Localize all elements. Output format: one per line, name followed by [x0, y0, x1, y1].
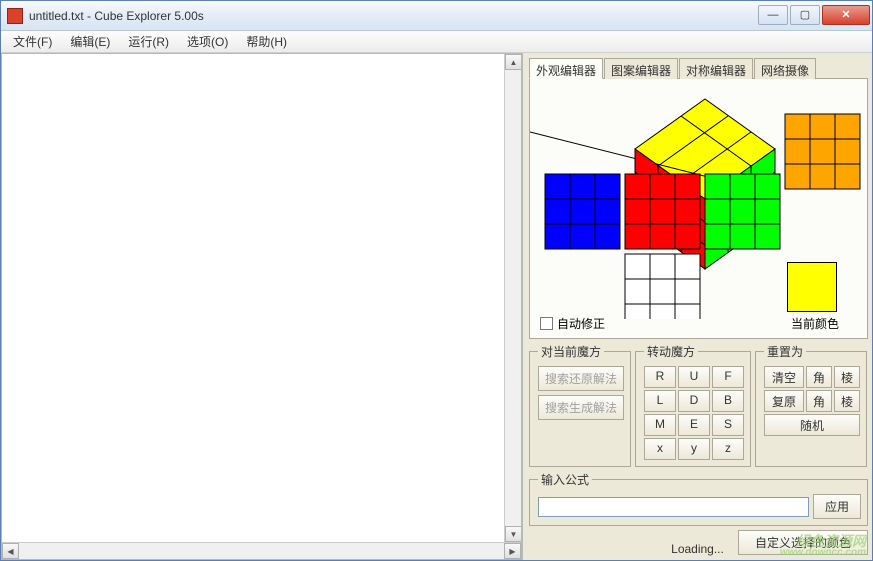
move-grid: RUF LDB MESxyz	[644, 366, 744, 460]
face-front-flat[interactable]	[625, 174, 700, 249]
tab-symmetry[interactable]: 对称编辑器	[679, 58, 753, 79]
reset-corner1-button[interactable]: 角	[806, 366, 832, 388]
move-R-button[interactable]: R	[644, 366, 676, 388]
scroll-up-icon[interactable]: ▲	[505, 54, 521, 70]
scroll-down-icon[interactable]: ▼	[505, 526, 521, 542]
group-reset: 重置为 清空 角 棱 复原 角 棱 随机	[755, 343, 867, 467]
menu-file[interactable]: 文件(F)	[5, 31, 60, 52]
legend-reset: 重置为	[764, 343, 806, 360]
close-button[interactable]: ✕	[822, 5, 870, 25]
maximize-button[interactable]: ▢	[790, 5, 820, 25]
legend-rotate: 转动魔方	[644, 343, 698, 360]
titlebar[interactable]: untitled.txt - Cube Explorer 5.00s — ▢ ✕	[1, 1, 872, 31]
control-groups: 对当前魔方 搜索还原解法 搜索生成解法 转动魔方 RUF LDB MESxyz 重置…	[529, 343, 868, 467]
editor-tabs: 外观编辑器 图案编辑器 对称编辑器 网络摄像	[529, 57, 868, 79]
legend-current-cube: 对当前魔方	[538, 343, 604, 360]
scrollbar-vertical[interactable]: ▲ ▼	[504, 54, 521, 542]
window-title: untitled.txt - Cube Explorer 5.00s	[29, 9, 758, 23]
current-color-label: 当前颜色	[791, 315, 839, 332]
minimize-button[interactable]: —	[758, 5, 788, 25]
loading-text: Loading...	[671, 542, 724, 556]
face-right-flat[interactable]	[705, 174, 780, 249]
autofix-row: 自动修正	[540, 315, 605, 332]
reset-grid: 清空 角 棱 复原 角 棱 随机	[764, 366, 860, 436]
tab-pattern[interactable]: 图案编辑器	[604, 58, 678, 79]
formula-input[interactable]	[538, 497, 809, 517]
autofix-label: 自动修正	[557, 315, 605, 332]
current-color-swatch[interactable]	[787, 262, 837, 312]
move-L-button[interactable]: L	[644, 390, 676, 412]
text-pane: ▲ ▼ ◀ ▶	[1, 53, 522, 560]
menubar: 文件(F) 编辑(E) 运行(R) 选项(O) 帮助(H)	[1, 31, 872, 53]
formula-apply-button[interactable]: 应用	[813, 494, 861, 519]
client-area: ▲ ▼ ◀ ▶ 外观编辑器 图案编辑器 对称编辑器 网络摄像	[1, 53, 872, 560]
group-formula: 输入公式 应用	[529, 471, 868, 526]
reset-corner2-button[interactable]: 角	[806, 390, 832, 412]
face-left-flat[interactable]	[545, 174, 620, 249]
move-S-button[interactable]: S	[712, 414, 744, 436]
scroll-left-icon[interactable]: ◀	[2, 543, 19, 559]
watermark: 绿色资源网 www.downcc.com	[780, 534, 866, 558]
move-E-button[interactable]: E	[678, 414, 710, 436]
autofix-checkbox[interactable]	[540, 317, 553, 330]
legend-formula: 输入公式	[538, 471, 592, 488]
move-F-button[interactable]: F	[712, 366, 744, 388]
face-back-flat[interactable]	[785, 114, 860, 189]
move-x-button[interactable]: x	[644, 438, 676, 460]
group-current-cube: 对当前魔方 搜索还原解法 搜索生成解法	[529, 343, 631, 467]
face-down-flat[interactable]	[625, 254, 700, 319]
tab-webcam[interactable]: 网络摄像	[754, 58, 816, 79]
reset-edge2-button[interactable]: 棱	[834, 390, 860, 412]
search-restore-button[interactable]: 搜索还原解法	[538, 366, 624, 391]
move-B-button[interactable]: B	[712, 390, 744, 412]
cube-editor[interactable]: 自动修正 当前颜色	[529, 79, 868, 339]
reset-clear-button[interactable]: 清空	[764, 366, 804, 388]
tab-appearance[interactable]: 外观编辑器	[529, 58, 603, 79]
app-icon	[7, 8, 23, 24]
menu-options[interactable]: 选项(O)	[179, 31, 236, 52]
reset-edge1-button[interactable]: 棱	[834, 366, 860, 388]
move-y-button[interactable]: y	[678, 438, 710, 460]
right-panel: 外观编辑器 图案编辑器 对称编辑器 网络摄像	[522, 53, 872, 560]
menu-edit[interactable]: 编辑(E)	[62, 31, 118, 52]
scrollbar-horizontal[interactable]: ◀ ▶	[2, 542, 521, 559]
app-window: untitled.txt - Cube Explorer 5.00s — ▢ ✕…	[0, 0, 873, 561]
move-U-button[interactable]: U	[678, 366, 710, 388]
text-content[interactable]	[2, 54, 504, 542]
search-generate-button[interactable]: 搜索生成解法	[538, 395, 624, 420]
move-M-button[interactable]: M	[644, 414, 676, 436]
reset-random-button[interactable]: 随机	[764, 414, 860, 436]
scroll-right-icon[interactable]: ▶	[504, 543, 521, 559]
window-controls: — ▢ ✕	[758, 5, 870, 27]
move-z-button[interactable]: z	[712, 438, 744, 460]
menu-run[interactable]: 运行(R)	[120, 31, 177, 52]
reset-restore-button[interactable]: 复原	[764, 390, 804, 412]
group-rotate: 转动魔方 RUF LDB MESxyz	[635, 343, 751, 467]
menu-help[interactable]: 帮助(H)	[238, 31, 295, 52]
move-D-button[interactable]: D	[678, 390, 710, 412]
